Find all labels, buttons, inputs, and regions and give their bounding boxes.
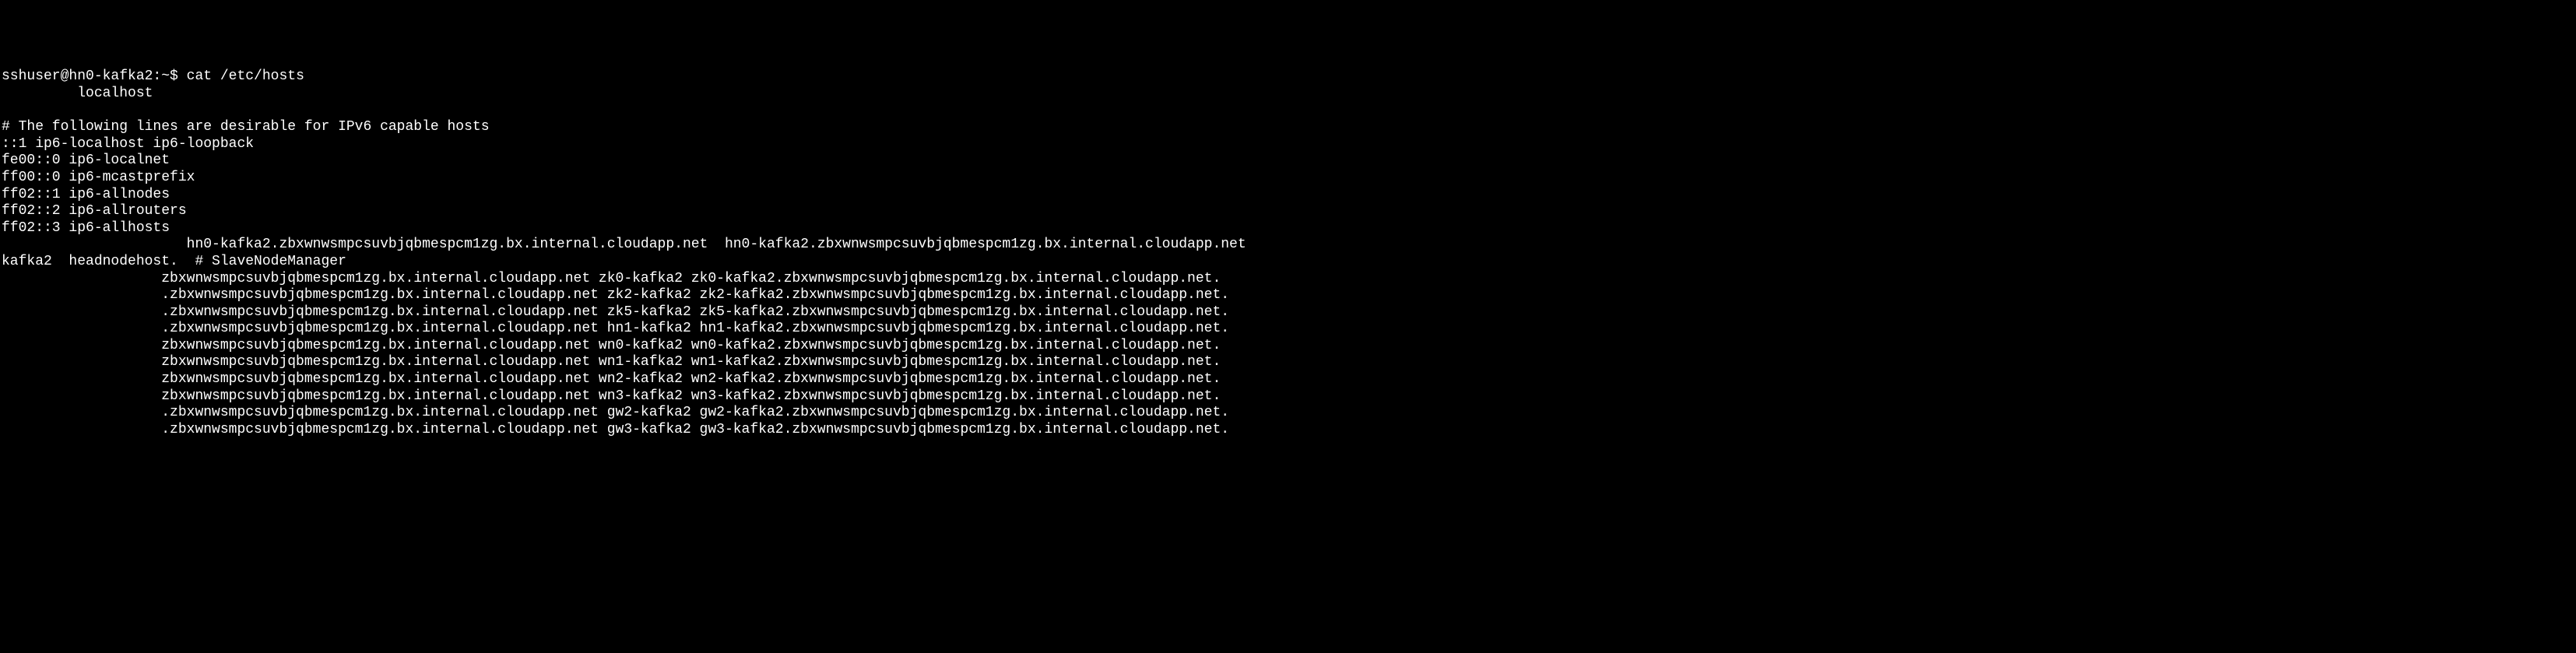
hosts-line-3: ::1 ip6-localhost ip6-loopback	[2, 136, 254, 152]
hosts-line-9: hn0-kafka2.zbxwnwsmpcsuvbjqbmespcm1zg.bx…	[2, 237, 1246, 252]
hosts-line-18: zbxwnwsmpcsuvbjqbmespcm1zg.bx.internal.c…	[2, 388, 1221, 404]
hosts-line-20: .zbxwnwsmpcsuvbjqbmespcm1zg.bx.internal.…	[2, 422, 1229, 437]
hosts-line-13: .zbxwnwsmpcsuvbjqbmespcm1zg.bx.internal.…	[2, 304, 1229, 320]
hosts-line-19: .zbxwnwsmpcsuvbjqbmespcm1zg.bx.internal.…	[2, 405, 1229, 420]
command-text: cat /etc/hosts	[187, 68, 304, 84]
hosts-line-16: zbxwnwsmpcsuvbjqbmespcm1zg.bx.internal.c…	[2, 354, 1221, 370]
hosts-line-7: ff02::2 ip6-allrouters	[2, 203, 187, 219]
hosts-line-10: kafka2 headnodehost. # SlaveNodeManager	[2, 254, 346, 269]
hosts-line-8: ff02::3 ip6-allhosts	[2, 220, 170, 236]
terminal-output[interactable]: sshuser@hn0-kafka2:~$ cat /etc/hosts loc…	[2, 68, 2574, 438]
hosts-line-15: zbxwnwsmpcsuvbjqbmespcm1zg.bx.internal.c…	[2, 338, 1221, 353]
hosts-line-14: .zbxwnwsmpcsuvbjqbmespcm1zg.bx.internal.…	[2, 321, 1229, 336]
hosts-line-0: localhost	[2, 86, 153, 101]
hosts-line-12: .zbxwnwsmpcsuvbjqbmespcm1zg.bx.internal.…	[2, 287, 1229, 303]
hosts-line-5: ff00::0 ip6-mcastprefix	[2, 170, 195, 185]
shell-prompt: sshuser@hn0-kafka2:~$ cat /etc/hosts	[2, 68, 304, 84]
hosts-line-6: ff02::1 ip6-allnodes	[2, 187, 170, 202]
hosts-line-17: zbxwnwsmpcsuvbjqbmespcm1zg.bx.internal.c…	[2, 371, 1221, 387]
prompt-text: sshuser@hn0-kafka2:~$	[2, 68, 187, 84]
hosts-line-4: fe00::0 ip6-localnet	[2, 153, 170, 168]
hosts-line-2: # The following lines are desirable for …	[2, 119, 490, 135]
hosts-line-11: zbxwnwsmpcsuvbjqbmespcm1zg.bx.internal.c…	[2, 271, 1221, 286]
